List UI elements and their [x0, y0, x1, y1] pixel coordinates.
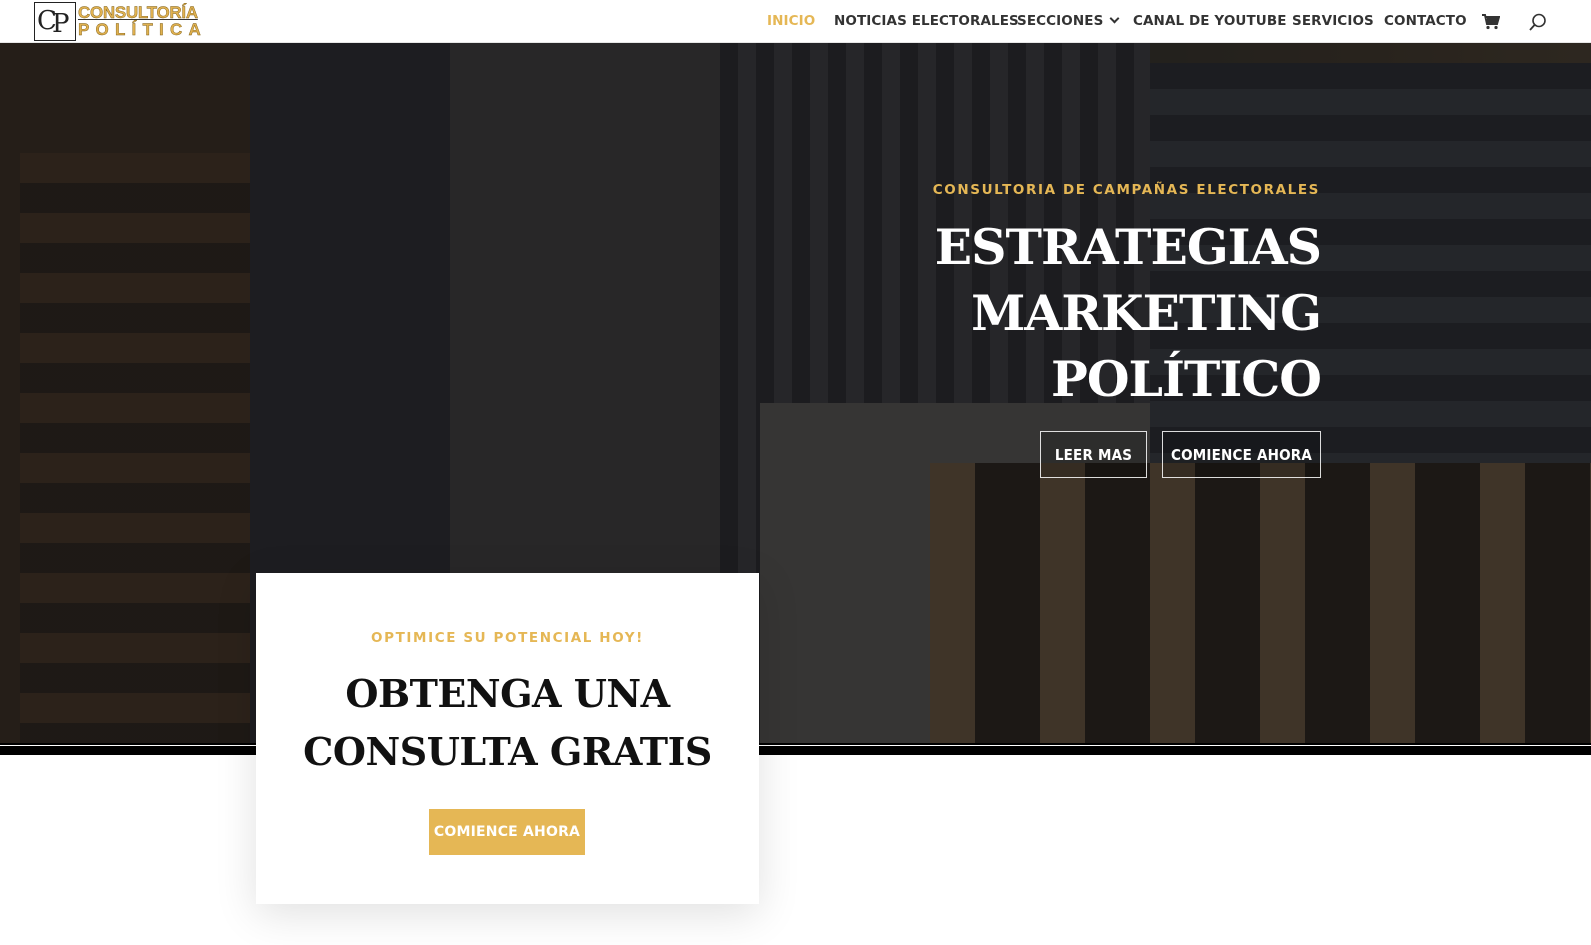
- nav-item-noticias-electorales[interactable]: NOTICIAS ELECTORALES: [834, 13, 1019, 29]
- search-icon[interactable]: [1529, 13, 1547, 31]
- main-nav: INICIO NOTICIAS ELECTORALES SECCIONES CA…: [0, 0, 1591, 43]
- cart-icon[interactable]: [1482, 14, 1500, 30]
- comience-ahora-hero-button[interactable]: COMIENCE AHORA: [1162, 431, 1321, 478]
- nav-item-secciones[interactable]: SECCIONES: [1017, 13, 1120, 29]
- site-header: CP CONSULTORÍA POLÍTICA INICIO NOTICIAS …: [0, 0, 1591, 43]
- consultation-card: OPTIMICE SU POTENCIAL HOY! OBTENGA UNA C…: [256, 573, 759, 904]
- comience-ahora-card-button[interactable]: COMIENCE AHORA: [429, 809, 585, 855]
- hero-title-line: ESTRATEGIAS: [934, 218, 1322, 276]
- card-title-line: CONSULTA GRATIS: [303, 729, 712, 774]
- leer-mas-button[interactable]: LEER MAS: [1040, 431, 1147, 478]
- hero-overlay: [0, 43, 1591, 743]
- hero-title-line: POLÍTICO: [1051, 350, 1322, 408]
- card-title-line: OBTENGA UNA: [345, 671, 670, 716]
- nav-item-inicio[interactable]: INICIO: [767, 13, 815, 29]
- hero-section: CONSULTORIA DE CAMPAÑAS ELECTORALES ESTR…: [0, 43, 1591, 743]
- chevron-down-icon: [1109, 13, 1120, 24]
- nav-item-servicios[interactable]: SERVICIOS: [1292, 13, 1374, 29]
- content-section: [0, 755, 1591, 945]
- hero-eyebrow: CONSULTORIA DE CAMPAÑAS ELECTORALES: [932, 182, 1320, 198]
- nav-item-secciones-label: SECCIONES: [1017, 13, 1104, 29]
- nav-item-contacto[interactable]: CONTACTO: [1384, 13, 1467, 29]
- card-eyebrow: OPTIMICE SU POTENCIAL HOY!: [371, 630, 644, 646]
- hero-divider-line: [0, 745, 1591, 746]
- hero-title-line: MARKETING: [971, 284, 1322, 342]
- card-title: OBTENGA UNA CONSULTA GRATIS: [256, 665, 759, 781]
- nav-item-canal-de-youtube[interactable]: CANAL DE YOUTUBE: [1133, 13, 1287, 29]
- hero-title: ESTRATEGIAS MARKETING POLÍTICO: [901, 214, 1322, 412]
